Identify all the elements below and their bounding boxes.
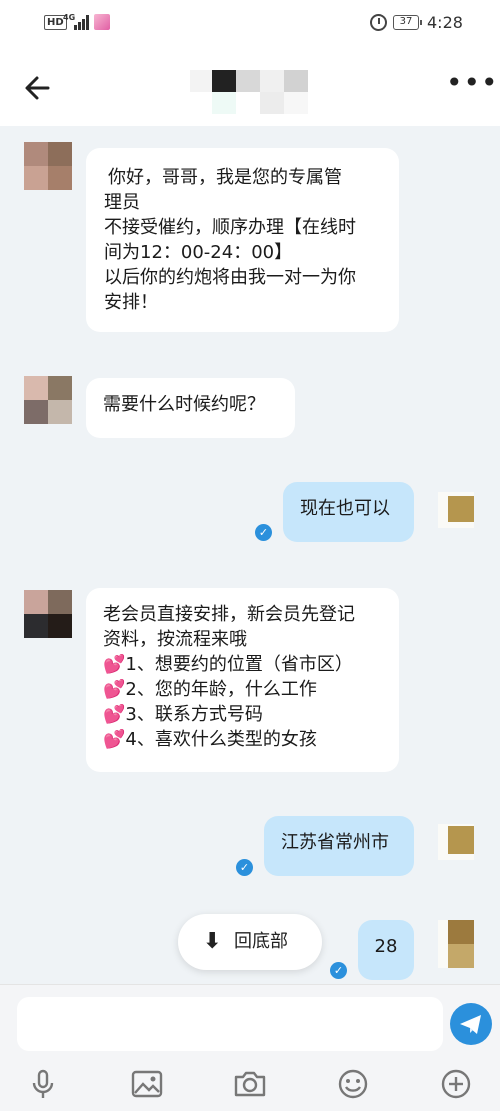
- sender-avatar[interactable]: [24, 590, 72, 638]
- message-text: 💕2、您的年龄，什么工作: [103, 679, 317, 700]
- arrow-down-icon: ⬇: [203, 929, 222, 954]
- self-avatar[interactable]: [438, 920, 474, 968]
- message-text: 老会员直接安排，新会员先登记: [103, 604, 355, 625]
- read-receipt-icon: ✓: [330, 962, 347, 979]
- emoji-button[interactable]: [336, 1067, 370, 1101]
- message-text: 你好，哥哥，我是您的专属管: [108, 167, 342, 188]
- message-bubble[interactable]: 老会员直接安排，新会员先登记 资料，按流程来哦 💕1、想要约的位置（省市区） 💕…: [86, 588, 399, 772]
- message-text: 资料，按流程来哦: [103, 629, 247, 650]
- message-bubble[interactable]: 江苏省常州市: [264, 816, 414, 876]
- message-text: 💕4、喜欢什么类型的女孩: [103, 729, 317, 750]
- message-text: 江苏省常州市: [281, 832, 389, 853]
- signal-icon: [74, 14, 92, 30]
- message-bubble[interactable]: 现在也可以: [283, 482, 414, 542]
- send-button[interactable]: [450, 1003, 492, 1045]
- message-text: 💕3、联系方式号码: [103, 704, 263, 725]
- read-receipt-icon: ✓: [255, 524, 272, 541]
- plus-icon: [441, 1069, 471, 1099]
- message-text: 需要什么时候约呢？: [103, 394, 265, 415]
- message-bubble[interactable]: 28: [358, 920, 414, 980]
- contact-name-obscured: [190, 70, 330, 122]
- more-dots-icon: •••: [446, 66, 499, 99]
- message-bubble[interactable]: 你好，哥哥，我是您的专属管 理员 不接受催约，顺序办理【在线时 间为12：00-…: [86, 148, 399, 332]
- composer-bar: [0, 984, 500, 1111]
- sender-avatar[interactable]: [24, 376, 72, 424]
- more-options-button[interactable]: •••: [446, 69, 498, 97]
- camera-button[interactable]: [233, 1067, 267, 1101]
- message-text: 28: [374, 936, 398, 957]
- camera-icon: [234, 1071, 266, 1097]
- microphone-icon: [32, 1069, 54, 1098]
- message-text: 现在也可以: [300, 498, 390, 519]
- message-text: 间为12：00-24：00】: [104, 242, 293, 263]
- message-text: 不接受催约，顺序办理【在线时: [104, 217, 356, 238]
- alarm-icon: [370, 14, 387, 31]
- scroll-to-bottom-label: 回底部: [234, 931, 288, 952]
- message-text: 理员: [104, 192, 140, 213]
- self-avatar[interactable]: [438, 824, 474, 860]
- clock: 4:28: [427, 13, 463, 32]
- status-bar: HD 4G 37 4:28: [0, 0, 500, 48]
- message-text: 以后你的约炮将由我一对一为你: [104, 267, 356, 288]
- read-receipt-icon: ✓: [236, 859, 253, 876]
- app-notification-icon: [94, 14, 110, 30]
- chat-header: •••: [0, 48, 500, 126]
- scroll-to-bottom-button[interactable]: ⬇ 回底部: [178, 914, 322, 970]
- image-icon: [131, 1070, 163, 1098]
- battery-icon: 37: [393, 15, 422, 30]
- microphone-button[interactable]: [26, 1067, 60, 1101]
- sender-avatar[interactable]: [24, 142, 72, 190]
- message-input[interactable]: [17, 997, 443, 1051]
- message-list[interactable]: 你好，哥哥，我是您的专属管 理员 不接受催约，顺序办理【在线时 间为12：00-…: [0, 126, 500, 984]
- back-button[interactable]: [22, 72, 54, 104]
- emoji-icon: [338, 1069, 368, 1099]
- message-text: 安排！: [104, 292, 158, 313]
- arrow-left-icon: [25, 76, 50, 100]
- message-bubble[interactable]: 需要什么时候约呢？: [86, 378, 295, 438]
- message-text: 💕1、想要约的位置（省市区）: [103, 654, 353, 675]
- self-avatar[interactable]: [438, 492, 474, 528]
- image-button[interactable]: [130, 1067, 164, 1101]
- attach-button[interactable]: [439, 1067, 473, 1101]
- paper-plane-icon: [460, 1015, 481, 1034]
